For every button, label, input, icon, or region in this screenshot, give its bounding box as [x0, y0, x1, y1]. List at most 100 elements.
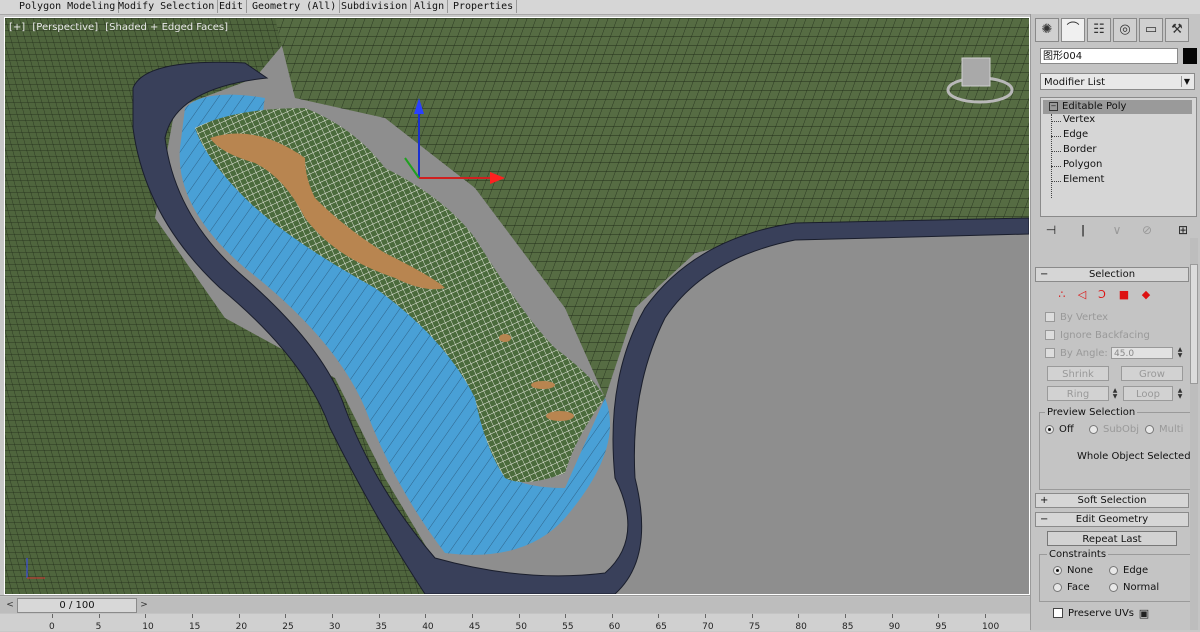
preview-subobj-radio[interactable]: SubObj: [1089, 424, 1139, 435]
chevron-down-icon[interactable]: ▼: [1181, 76, 1192, 87]
viewport-scene[interactable]: [5, 18, 1029, 594]
radio-dot: [1109, 565, 1118, 575]
stack-item-label: Editable Poly: [1062, 101, 1127, 112]
constraint-face-radio[interactable]: Face: [1053, 582, 1090, 593]
preview-multi-radio[interactable]: Multi: [1145, 424, 1183, 435]
checkbox-box: [1045, 312, 1055, 322]
prev-frame-icon[interactable]: <: [4, 599, 16, 611]
tick-label: 50: [515, 622, 527, 632]
stack-item-editable-poly[interactable]: − Editable Poly: [1043, 100, 1192, 114]
checkbox-box: [1053, 608, 1063, 618]
panel-scroll-thumb[interactable]: [1190, 264, 1198, 384]
tab-polygon-modeling[interactable]: Polygon Modeling: [16, 0, 120, 13]
preserve-uvs-checkbox[interactable]: Preserve UVs: [1053, 608, 1134, 619]
loop-spinner-icon[interactable]: ▲ ▼: [1176, 388, 1184, 400]
ignore-backfacing-checkbox[interactable]: Ignore Backfacing: [1045, 330, 1150, 341]
modifier-list-dropdown[interactable]: Modifier List ▼: [1040, 73, 1195, 90]
tick-mark: [938, 614, 940, 618]
time-slider[interactable]: < 0 / 100 >: [0, 597, 1030, 613]
viewport-label[interactable]: [+] [Perspective] [Shaded + Edged Faces]: [9, 22, 232, 33]
vertex-mode-icon[interactable]: ∴: [1055, 288, 1069, 302]
ring-button[interactable]: Ring: [1047, 386, 1109, 401]
edit-geometry-rollout-header[interactable]: − Edit Geometry: [1035, 512, 1189, 527]
motion-tab-icon[interactable]: ◎: [1113, 18, 1137, 42]
tab-properties[interactable]: Properties: [450, 0, 518, 13]
subobject-vertex[interactable]: Vertex: [1063, 114, 1095, 125]
checkbox-label: Preserve UVs: [1068, 608, 1134, 619]
constraints-group: [1039, 554, 1191, 602]
soft-selection-rollout-header[interactable]: + Soft Selection: [1035, 493, 1189, 508]
tab-subdivision[interactable]: Subdivision: [338, 0, 412, 13]
tick-label: 5: [95, 622, 102, 632]
tick-label: 35: [375, 622, 387, 632]
tick-mark: [285, 614, 287, 618]
constraint-edge-radio[interactable]: Edge: [1109, 565, 1148, 576]
polygon-mode-icon[interactable]: ■: [1117, 288, 1131, 302]
tick-label: 20: [235, 622, 248, 632]
checkbox-label: Ignore Backfacing: [1060, 330, 1150, 341]
radio-dot: [1053, 565, 1062, 575]
tick-mark: [751, 614, 753, 618]
tab-align[interactable]: Align: [411, 0, 449, 13]
checkbox-label: By Angle:: [1060, 348, 1108, 359]
by-angle-checkbox[interactable]: By Angle:: [1045, 348, 1108, 359]
collapse-icon[interactable]: −: [1049, 101, 1058, 111]
repeat-last-button[interactable]: Repeat Last: [1047, 531, 1177, 546]
stack-toolbar: ⊣ ǀ ∨ ⊘ ⊞: [1040, 221, 1195, 239]
display-tab-icon[interactable]: ▭: [1139, 18, 1163, 42]
grow-button[interactable]: Grow: [1121, 366, 1183, 381]
loop-button[interactable]: Loop: [1123, 386, 1173, 401]
make-unique-icon[interactable]: ∨: [1108, 221, 1126, 239]
subobject-element[interactable]: Element: [1063, 174, 1104, 185]
create-tab-icon[interactable]: ✺: [1035, 18, 1059, 42]
tick-mark: [611, 614, 613, 618]
by-vertex-checkbox[interactable]: By Vertex: [1045, 312, 1108, 323]
tab-geometry-all[interactable]: Geometry (All): [249, 0, 341, 13]
panel-scrollbar[interactable]: [1190, 238, 1198, 630]
viewport-pov[interactable]: [Perspective]: [32, 22, 98, 33]
tick-mark: [985, 614, 986, 618]
subobject-edge[interactable]: Edge: [1063, 129, 1088, 140]
selection-rollout-header[interactable]: − Selection: [1035, 267, 1189, 282]
modifier-stack[interactable]: − Editable Poly Vertex Edge Border Polygo…: [1040, 97, 1197, 217]
constraint-normal-radio[interactable]: Normal: [1109, 582, 1159, 593]
element-mode-icon[interactable]: ◆: [1139, 288, 1153, 302]
tick-label: 55: [562, 622, 574, 632]
time-slider-thumb[interactable]: 0 / 100: [17, 598, 137, 613]
utilities-tab-icon[interactable]: ⚒: [1165, 18, 1189, 42]
subobject-polygon[interactable]: Polygon: [1063, 159, 1102, 170]
object-name-field[interactable]: 图形004: [1040, 48, 1178, 64]
tree-branch: [1051, 136, 1061, 137]
tick-mark: [891, 614, 893, 618]
modify-tab-icon[interactable]: ⌒: [1061, 18, 1085, 42]
constraint-none-radio[interactable]: None: [1053, 565, 1093, 576]
object-color-swatch[interactable]: [1183, 48, 1197, 64]
subobject-border[interactable]: Border: [1063, 144, 1097, 155]
border-mode-icon[interactable]: Ɔ: [1095, 288, 1109, 302]
show-end-result-icon[interactable]: ǀ: [1074, 221, 1092, 239]
ring-spinner-icon[interactable]: ▲ ▼: [1111, 388, 1119, 400]
viewport-menu[interactable]: [+]: [9, 22, 25, 33]
radio-label: Edge: [1123, 565, 1149, 576]
viewport-shading[interactable]: [Shaded + Edged Faces]: [105, 22, 228, 33]
shrink-button[interactable]: Shrink: [1047, 366, 1109, 381]
perspective-viewport[interactable]: [+] [Perspective] [Shaded + Edged Faces]: [4, 17, 1030, 595]
command-panel: ✺ ⌒ ☷ ◎ ▭ ⚒ 图形004 Modifier List ▼ − Edita…: [1030, 14, 1200, 630]
tab-modify-selection[interactable]: Modify Selection: [115, 0, 219, 13]
radio-label: Multi: [1159, 424, 1184, 435]
preserve-uvs-settings-icon[interactable]: ▣: [1137, 607, 1151, 621]
remove-modifier-icon[interactable]: ⊘: [1138, 221, 1156, 239]
edge-mode-icon[interactable]: ◁: [1075, 288, 1089, 302]
preview-off-radio[interactable]: Off: [1045, 424, 1074, 435]
configure-sets-icon[interactable]: ⊞: [1174, 221, 1192, 239]
hierarchy-tab-icon[interactable]: ☷: [1087, 18, 1111, 42]
angle-spinner-icon[interactable]: ▲ ▼: [1176, 347, 1184, 359]
track-bar[interactable]: 0 5 10 15 20 25 30 35 40 45 50 55 60 65 70 75 80 85 90 95 10…: [0, 614, 1030, 632]
stack-tree-line: [1051, 114, 1052, 198]
tick-label: 40: [422, 622, 434, 632]
pin-stack-icon[interactable]: ⊣: [1042, 221, 1060, 239]
tick-mark: [845, 614, 847, 618]
next-frame-icon[interactable]: >: [138, 599, 150, 611]
angle-input[interactable]: 45.0: [1111, 347, 1173, 359]
tab-edit[interactable]: Edit: [216, 0, 248, 13]
